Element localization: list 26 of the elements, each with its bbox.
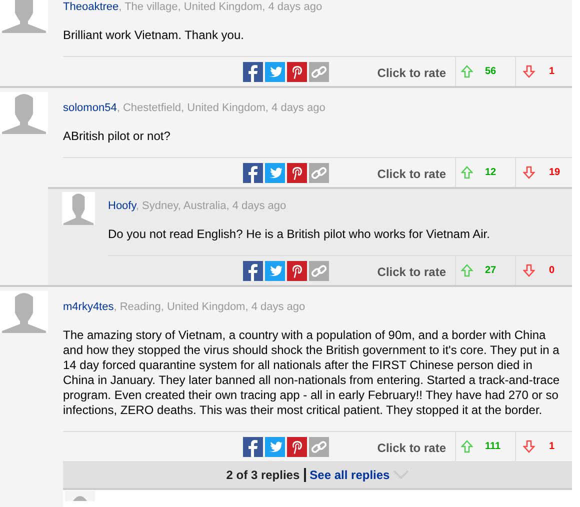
username-link[interactable]: solomon54 <box>63 102 117 114</box>
comment-text: Brilliant work Vietnam. Thank you. <box>63 28 245 43</box>
comment-text: The amazing story of Vietnam, a country with a population of 90m, and a border with China and how they stopped the virus should shock the British government to it's core. They put in a 14 day forced quarantine system for all nationals after the FIRST Chinese person died in China in January. They later banned all non-nationals from entering. Started a track-and-trace program. Even created their own tracing app - all in early February!! They have had 270 or so infections, ZERO deaths. This was their most critical patient. They stopped it at the border. <box>63 328 560 418</box>
upvote-count: 27 <box>485 264 496 278</box>
downvote-count: 19 <box>549 166 560 180</box>
comment-meta: , Chestetfield, United Kingdom, 4 days ago <box>116 102 326 114</box>
downvote-count: 1 <box>549 440 555 454</box>
comment-meta: , Reading, United Kingdom, 4 days ago <box>114 301 306 313</box>
username-link[interactable]: Hoofy <box>108 200 136 212</box>
rate-label: Click to rate <box>377 65 446 82</box>
reply-count: 2 of 3 replies <box>226 468 306 482</box>
comment-meta: , The village, United Kingdom, 4 days ago <box>118 1 322 13</box>
see-all-replies-link[interactable]: See all replies <box>306 466 390 484</box>
upvote-count: 56 <box>485 65 496 79</box>
username-link[interactable]: Theoaktree <box>63 1 119 13</box>
upvote-count: 111 <box>485 440 501 454</box>
rate-label: Click to rate <box>377 264 446 281</box>
comment-text: Do you not read English? He is a British pilot who works for Vietnam Air. <box>108 227 491 242</box>
downvote-count: 1 <box>549 65 555 79</box>
downvote-count: 0 <box>549 264 555 278</box>
rate-label: Click to rate <box>377 440 446 457</box>
comment-meta: , Sydney, Australia, 4 days ago <box>136 200 286 212</box>
upvote-count: 12 <box>485 166 496 180</box>
rate-label: Click to rate <box>377 166 446 183</box>
username-link[interactable]: m4rky4tes <box>63 301 114 313</box>
comment-text: ABritish pilot or not? <box>63 129 172 144</box>
